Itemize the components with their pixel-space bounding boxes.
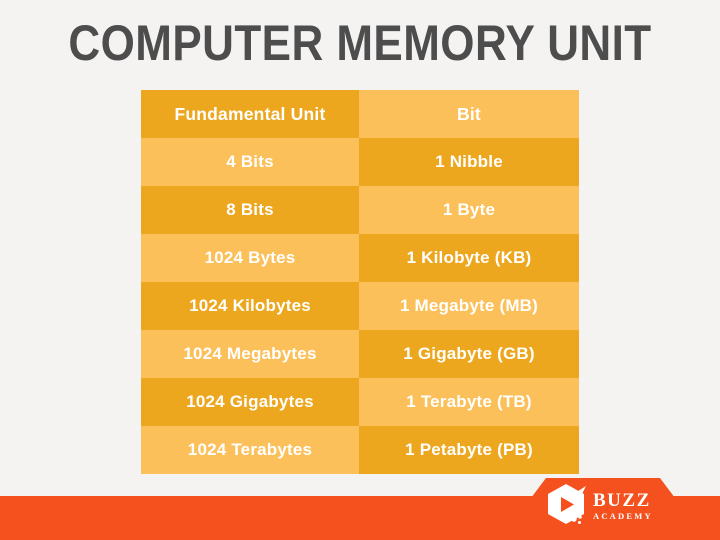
table-row: 1024 Bytes 1 Kilobyte (KB) (141, 234, 579, 282)
page-title: COMPUTER MEMORY UNIT (68, 15, 652, 71)
infographic-canvas: COMPUTER MEMORY UNIT Fundamental Unit Bi… (0, 0, 720, 540)
table-cell-right: 1 Kilobyte (KB) (359, 234, 579, 282)
table-cell-right: 1 Gigabyte (GB) (359, 330, 579, 378)
table-cell-left: 1024 Megabytes (141, 330, 359, 378)
table-cell-right: 1 Nibble (359, 138, 579, 186)
table-cell-right: 1 Petabyte (PB) (359, 426, 579, 474)
table-row: 4 Bits 1 Nibble (141, 138, 579, 186)
table-header-row: Fundamental Unit Bit (141, 90, 579, 138)
table-row: 1024 Kilobytes 1 Megabyte (MB) (141, 282, 579, 330)
hexagon-play-icon (546, 483, 588, 529)
table-cell-right: 1 Byte (359, 186, 579, 234)
table-row: 1024 Terabytes 1 Petabyte (PB) (141, 426, 579, 474)
table-cell-left: 1024 Kilobytes (141, 282, 359, 330)
table-cell-left: 8 Bits (141, 186, 359, 234)
table-cell-right: 1 Megabyte (MB) (359, 282, 579, 330)
table-header-cell-right: Bit (359, 90, 579, 138)
table-row: 1024 Gigabytes 1 Terabyte (TB) (141, 378, 579, 426)
memory-unit-table-container: Fundamental Unit Bit 4 Bits 1 Nibble 8 B… (141, 90, 579, 474)
table-cell-left: 1024 Bytes (141, 234, 359, 282)
table-cell-left: 1024 Gigabytes (141, 378, 359, 426)
table-row: 1024 Megabytes 1 Gigabyte (GB) (141, 330, 579, 378)
buzz-academy-logo[interactable]: BUZZ ACADEMY (546, 483, 666, 529)
logo-tagline: ACADEMY (593, 511, 653, 522)
memory-unit-table: Fundamental Unit Bit 4 Bits 1 Nibble 8 B… (141, 90, 579, 474)
table-cell-left: 1024 Terabytes (141, 426, 359, 474)
table-cell-right: 1 Terabyte (TB) (359, 378, 579, 426)
table-header-cell-left: Fundamental Unit (141, 90, 359, 138)
logo-name: BUZZ (593, 490, 651, 512)
table-cell-left: 4 Bits (141, 138, 359, 186)
table-row: 8 Bits 1 Byte (141, 186, 579, 234)
logo-text-block: BUZZ ACADEMY (593, 491, 653, 521)
